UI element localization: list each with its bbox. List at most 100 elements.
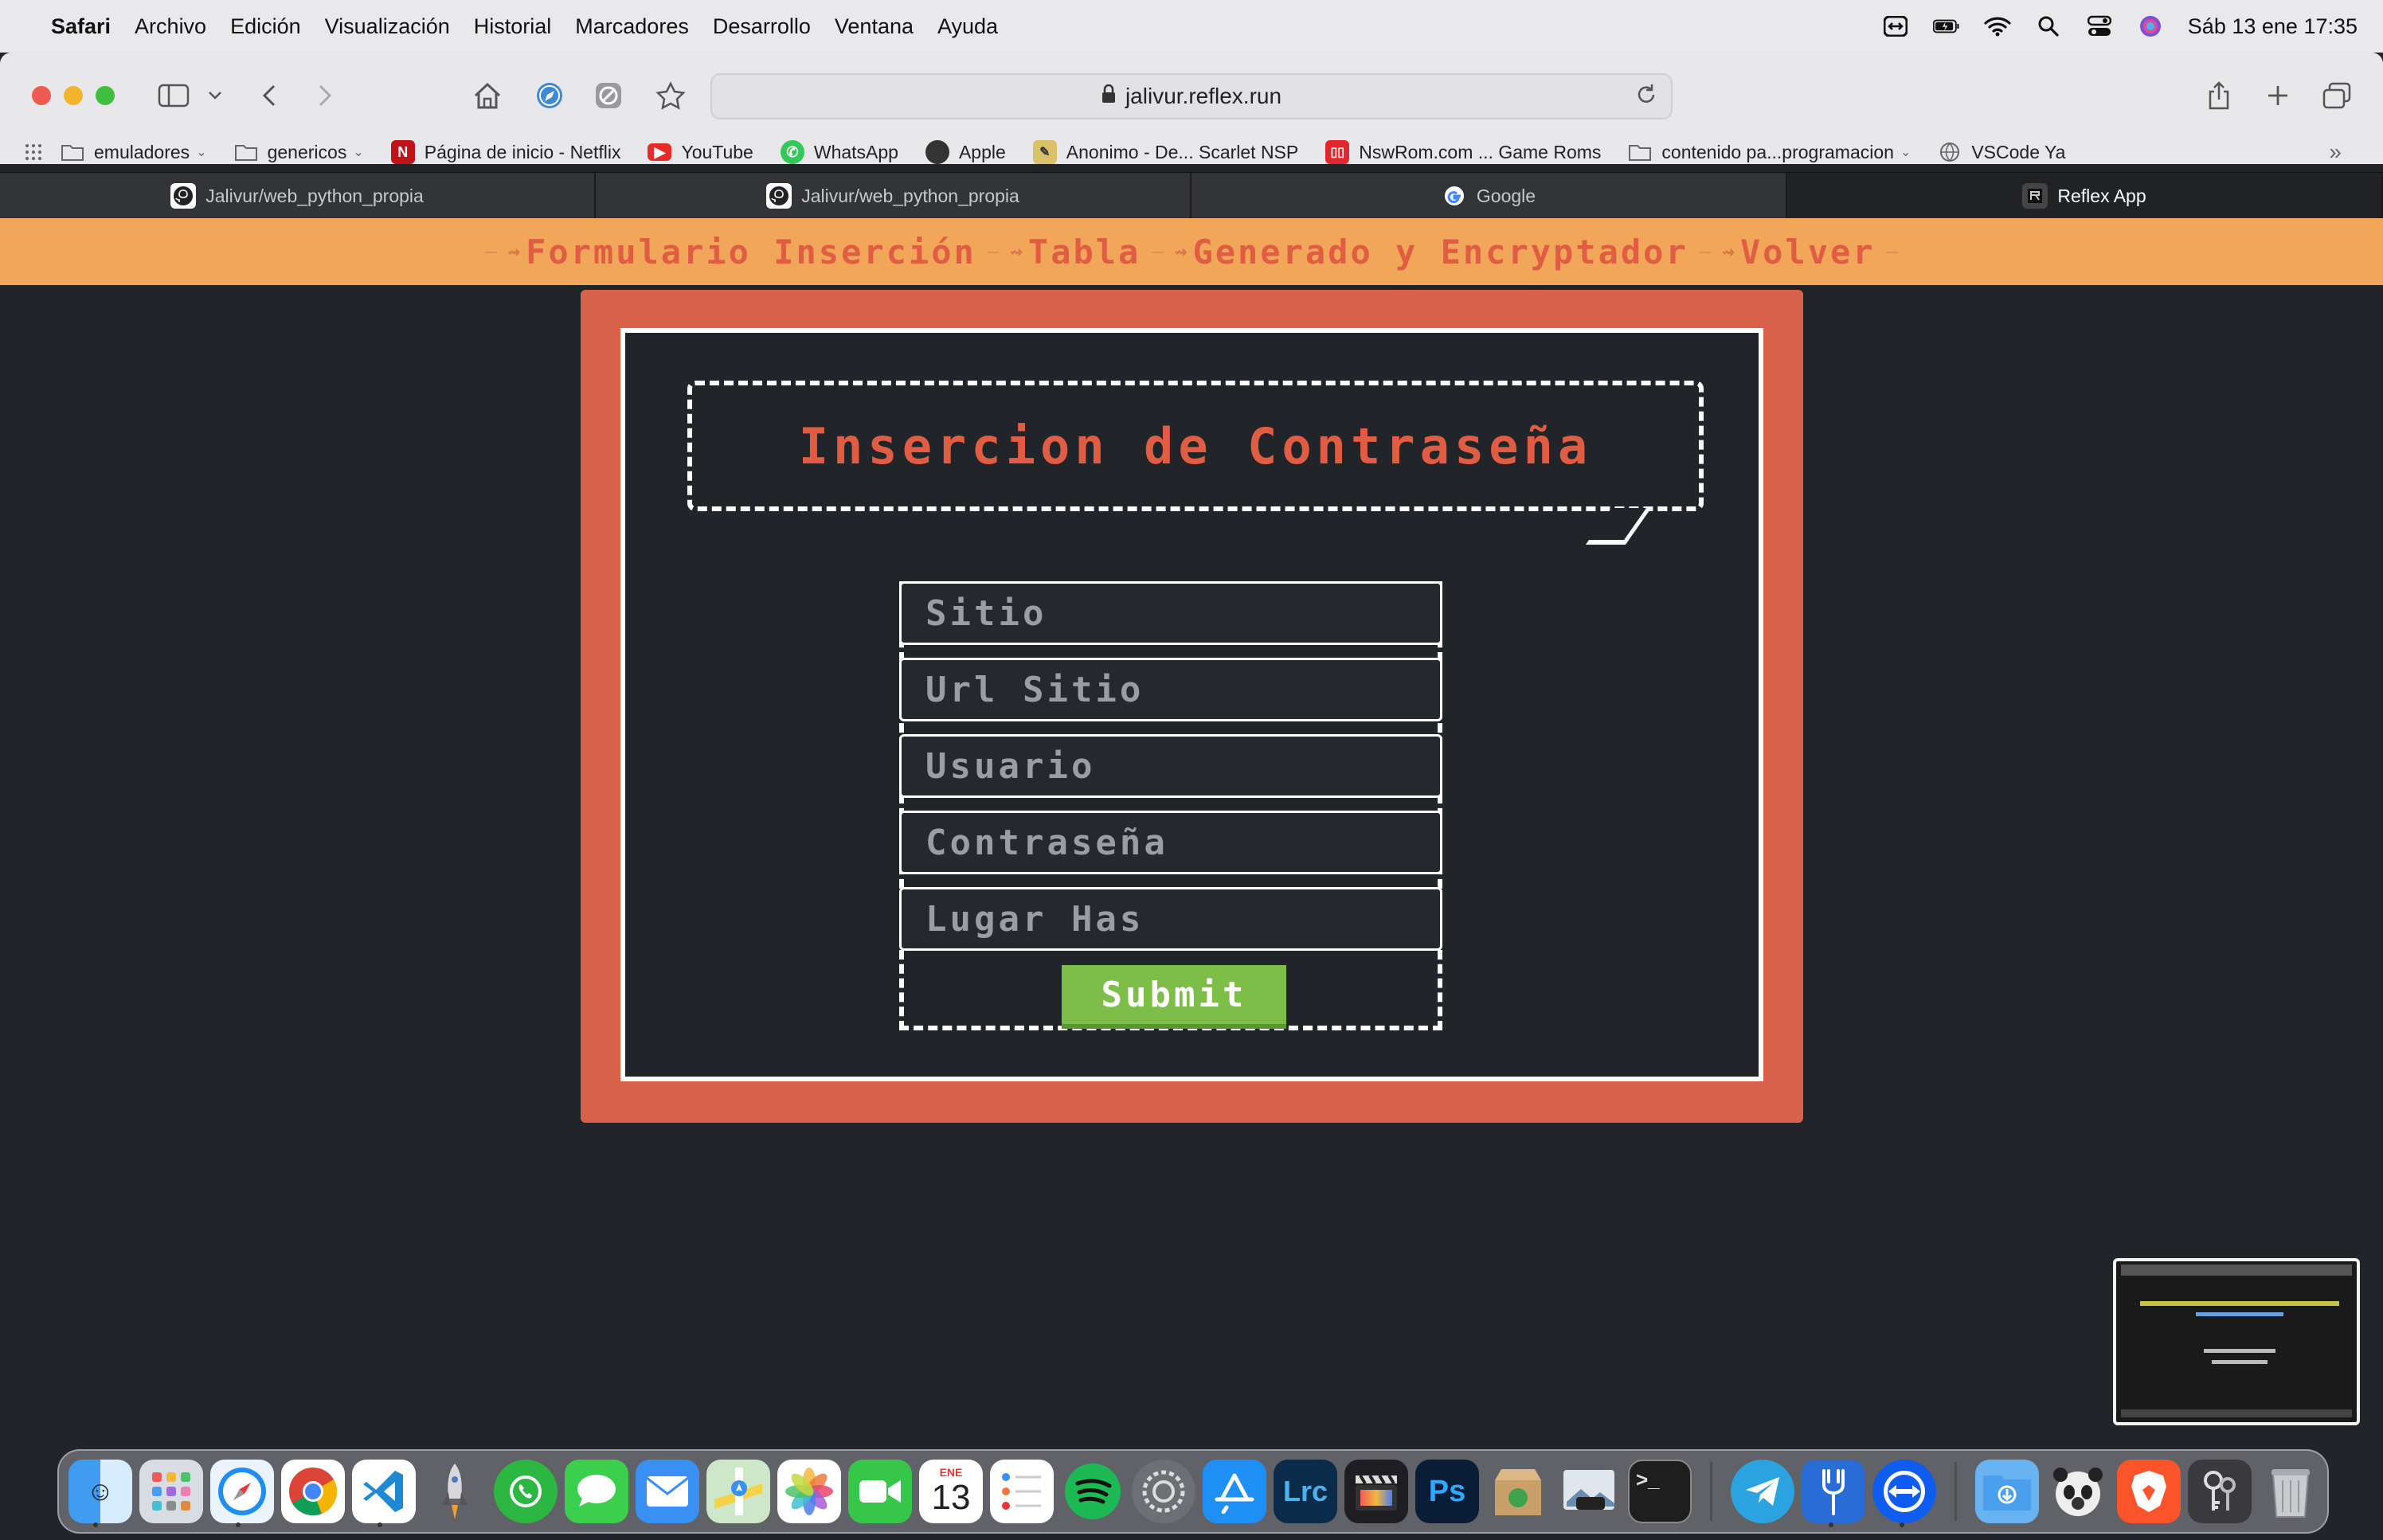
- tab-reflex-app[interactable]: Reflex App: [1787, 173, 2383, 219]
- lugar-has-field[interactable]: [899, 887, 1442, 951]
- url-sitio-field[interactable]: [899, 658, 1442, 721]
- new-tab-plus-icon[interactable]: [2259, 76, 2297, 115]
- final-cut-icon[interactable]: [1344, 1460, 1408, 1523]
- extension-compass-icon[interactable]: [530, 76, 569, 115]
- bookmark-genericos[interactable]: genericos ⌄: [234, 140, 364, 164]
- forward-arrow-icon[interactable]: [306, 76, 344, 115]
- messages-icon[interactable]: [565, 1460, 628, 1523]
- tab-github-2[interactable]: Jalivur/web_python_propia: [596, 173, 1192, 219]
- contrasena-field[interactable]: [899, 811, 1442, 874]
- vscode-icon[interactable]: [352, 1460, 416, 1523]
- bookmark-contenido-programacion[interactable]: contenido pa...programacion ⌄: [1628, 140, 1911, 164]
- screenshot-thumbnail[interactable]: [2113, 1258, 2360, 1425]
- menu-ayuda[interactable]: Ayuda: [937, 14, 998, 39]
- telegram-icon[interactable]: [1731, 1460, 1794, 1523]
- system-settings-icon[interactable]: [1132, 1460, 1195, 1523]
- rocket-icon[interactable]: [423, 1460, 487, 1523]
- nav-link-formulario[interactable]: Formulario Inserción: [526, 233, 976, 272]
- bookmark-youtube[interactable]: ▶ YouTube: [648, 142, 753, 163]
- whatsapp-icon: ✆: [780, 140, 804, 164]
- mail-icon[interactable]: [636, 1460, 699, 1523]
- facetime-icon[interactable]: [848, 1460, 912, 1523]
- menu-edicion[interactable]: Edición: [230, 14, 301, 39]
- tab-overview-icon[interactable]: [2318, 76, 2356, 115]
- running-indicator: [1900, 1522, 1904, 1527]
- siri-icon[interactable]: [2137, 15, 2164, 37]
- link-arrow-icon: ⇝: [1174, 240, 1190, 264]
- maps-icon[interactable]: [706, 1460, 770, 1523]
- menu-historial[interactable]: Historial: [474, 14, 552, 39]
- teamviewer-status-icon[interactable]: [1882, 15, 1909, 37]
- app-store-icon[interactable]: [1203, 1460, 1266, 1523]
- bookmark-netflix[interactable]: N Página de inicio - Netflix: [390, 140, 620, 164]
- extension-blocker-icon[interactable]: [589, 76, 628, 115]
- bookmark-apple[interactable]: Apple: [925, 140, 1006, 164]
- wifi-icon[interactable]: [1984, 15, 2011, 37]
- tab-google[interactable]: Google: [1192, 173, 1787, 219]
- photoshop-icon[interactable]: Ps: [1415, 1460, 1479, 1523]
- bookmark-scarlet-nsp[interactable]: ✎ Anonimo - De... Scarlet NSP: [1032, 140, 1298, 164]
- menu-visualizacion[interactable]: Visualización: [325, 14, 450, 39]
- sitio-input[interactable]: [925, 592, 1440, 634]
- minimize-window-button[interactable]: [64, 86, 83, 105]
- more-bookmarks-chevron-icon[interactable]: »: [2329, 139, 2342, 165]
- lugar-has-input[interactable]: [925, 898, 1440, 940]
- nav-link-tabla[interactable]: Tabla: [1028, 233, 1141, 272]
- reminders-icon[interactable]: [990, 1460, 1054, 1523]
- launchpad-icon[interactable]: [139, 1460, 203, 1523]
- share-icon[interactable]: [2200, 76, 2238, 115]
- usuario-field[interactable]: [899, 734, 1442, 798]
- back-arrow-icon[interactable]: [250, 76, 288, 115]
- menu-desarrollo[interactable]: Desarrollo: [713, 14, 811, 39]
- safari-icon[interactable]: [210, 1460, 274, 1523]
- reload-icon[interactable]: [1636, 83, 1657, 111]
- sitio-field[interactable]: [899, 581, 1442, 645]
- nav-link-generado-encryptador[interactable]: Generado y Encryptador: [1192, 233, 1688, 272]
- menu-archivo[interactable]: Archivo: [135, 14, 206, 39]
- fork-icon[interactable]: [1802, 1460, 1865, 1523]
- usuario-input[interactable]: [925, 745, 1440, 787]
- submit-button[interactable]: Submit: [1062, 965, 1286, 1029]
- bookmarks-grid-icon[interactable]: [24, 143, 43, 162]
- spotlight-search-icon[interactable]: [2035, 15, 2062, 37]
- bookmark-nswrom[interactable]: ▯▯ NswRom.com ... Game Roms: [1325, 140, 1601, 164]
- nav-link-volver[interactable]: Volver: [1740, 233, 1876, 272]
- battery-icon[interactable]: [1932, 15, 1960, 37]
- folder-icon: [61, 140, 84, 164]
- brave-icon[interactable]: [2117, 1460, 2181, 1523]
- bookmark-vscode-ya[interactable]: VSCode Ya: [1938, 140, 2065, 164]
- tab-github-1[interactable]: Jalivur/web_python_propia: [0, 173, 596, 219]
- archive-utility-icon[interactable]: [1486, 1460, 1550, 1523]
- preview-icon[interactable]: [1557, 1460, 1621, 1523]
- photos-icon[interactable]: [777, 1460, 841, 1523]
- url-sitio-input[interactable]: [925, 669, 1440, 710]
- home-icon[interactable]: [468, 76, 507, 115]
- keychain-icon[interactable]: [2188, 1460, 2252, 1523]
- lightroom-icon[interactable]: Lrc: [1274, 1460, 1337, 1523]
- chrome-icon[interactable]: [281, 1460, 345, 1523]
- sidebar-dropdown-chevron-icon[interactable]: [196, 76, 234, 115]
- sidebar-toggle-icon[interactable]: [155, 76, 193, 115]
- contrasena-input[interactable]: [925, 822, 1440, 863]
- spotify-icon[interactable]: [1061, 1460, 1125, 1523]
- trash-icon[interactable]: [2259, 1460, 2322, 1523]
- calendar-icon[interactable]: ENE 13: [919, 1460, 983, 1523]
- bookmark-whatsapp[interactable]: ✆ WhatsApp: [780, 140, 898, 164]
- terminal-icon[interactable]: >_: [1628, 1460, 1692, 1523]
- menu-app-name[interactable]: Safari: [51, 14, 111, 39]
- zoom-window-button[interactable]: [96, 86, 115, 105]
- menu-marcadores[interactable]: Marcadores: [575, 14, 689, 39]
- bookmark-star-icon[interactable]: [652, 76, 690, 115]
- close-window-button[interactable]: [32, 86, 51, 105]
- whatsapp-icon[interactable]: [494, 1460, 558, 1523]
- finder-icon[interactable]: ☺: [68, 1460, 132, 1523]
- apple-icon: [925, 140, 949, 164]
- downloads-folder-icon[interactable]: [1975, 1460, 2039, 1523]
- panda-app-icon[interactable]: [2046, 1460, 2110, 1523]
- menu-ventana[interactable]: Ventana: [835, 14, 914, 39]
- menubar-clock[interactable]: Sáb 13 ene 17:35: [2188, 14, 2358, 39]
- teamviewer-icon[interactable]: [1872, 1460, 1936, 1523]
- control-center-icon[interactable]: [2086, 15, 2113, 37]
- bookmark-emuladores[interactable]: emuladores ⌄: [61, 140, 207, 164]
- address-bar[interactable]: jalivur.reflex.run: [710, 73, 1673, 119]
